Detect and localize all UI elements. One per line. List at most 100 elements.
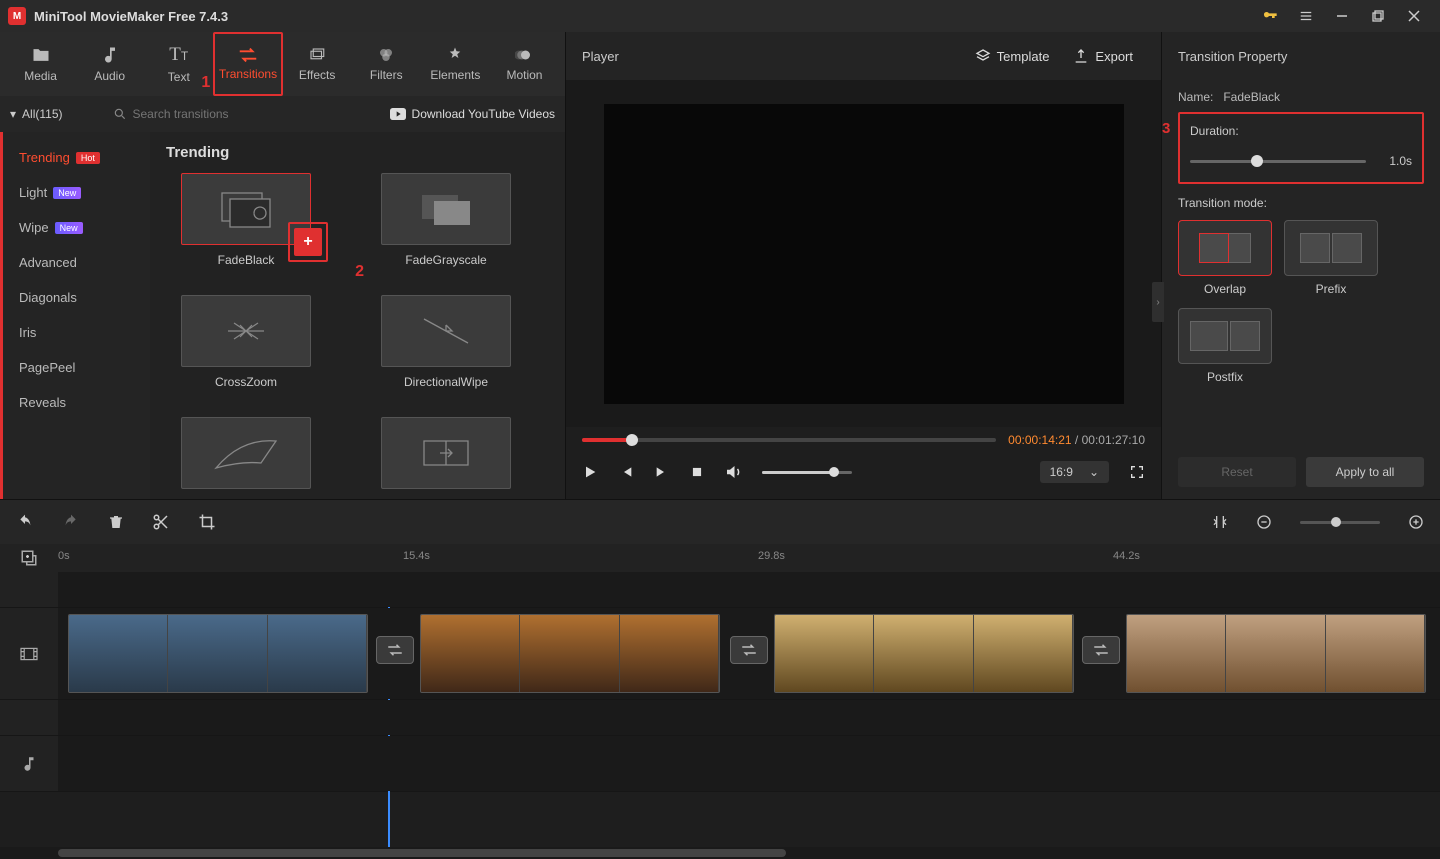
mode-thumb-overlap[interactable] [1178, 220, 1272, 276]
menu-button[interactable] [1288, 0, 1324, 32]
timeline-hscroll[interactable] [0, 847, 1440, 859]
next-frame-button[interactable] [654, 464, 670, 480]
timeline-clip[interactable] [1126, 614, 1426, 693]
transition-item-fadeblack[interactable]: 2+FadeBlack [166, 173, 326, 267]
category-item-diagonals[interactable]: Diagonals [3, 280, 150, 315]
zoom-in-button[interactable] [1408, 514, 1424, 530]
timeline-clip[interactable] [68, 614, 368, 693]
tab-filters[interactable]: Filters [352, 32, 421, 96]
overlay-track-head[interactable] [0, 572, 58, 607]
tab-transitions[interactable]: Transitions 1 [213, 32, 282, 96]
volume-handle[interactable] [829, 467, 839, 477]
apply-to-all-button[interactable]: Apply to all [1306, 457, 1424, 487]
progress-handle[interactable] [626, 434, 638, 446]
progress-track[interactable] [582, 438, 996, 442]
zoom-out-button[interactable] [1256, 514, 1272, 530]
app-logo-icon: M [8, 7, 26, 25]
transition-thumb[interactable] [381, 295, 511, 367]
category-label: Iris [19, 325, 36, 340]
prop-name-label: Name: [1178, 90, 1213, 104]
timeline-transition-chip[interactable] [1082, 636, 1120, 664]
delete-button[interactable] [108, 513, 124, 531]
split-button[interactable] [152, 513, 170, 531]
tab-effects[interactable]: Effects [283, 32, 352, 96]
play-button[interactable] [582, 464, 598, 480]
tab-media-label: Media [24, 69, 57, 83]
category-item-reveals[interactable]: Reveals [3, 385, 150, 420]
auto-fit-button[interactable] [1212, 514, 1228, 530]
add-transition-button[interactable]: + [294, 228, 322, 256]
duration-handle[interactable] [1251, 155, 1263, 167]
library-subbar: ▾ All(115) Download YouTube Videos [0, 96, 565, 132]
video-track-head[interactable] [0, 608, 58, 699]
category-label: Trending [19, 150, 70, 165]
reset-button[interactable]: Reset [1178, 457, 1296, 487]
redo-button[interactable] [62, 514, 80, 530]
activate-key-icon[interactable] [1252, 0, 1288, 32]
zoom-slider[interactable] [1300, 521, 1380, 524]
stop-button[interactable] [690, 465, 704, 479]
template-button[interactable]: Template [963, 48, 1062, 64]
transition-thumb[interactable] [381, 417, 511, 489]
zoom-handle[interactable] [1331, 517, 1341, 527]
transition-item-fold[interactable]: Fold [366, 417, 526, 499]
transition-thumb[interactable]: + [181, 173, 311, 245]
mode-thumb-prefix[interactable] [1284, 220, 1378, 276]
category-item-pagepeel[interactable]: PagePeel [3, 350, 150, 385]
mode-thumb-postfix[interactable] [1178, 308, 1272, 364]
timeline-clip[interactable] [420, 614, 720, 693]
audio-track-head[interactable] [0, 736, 58, 791]
category-all-dropdown[interactable]: ▾ All(115) [10, 107, 63, 121]
add-track-button[interactable] [0, 544, 58, 572]
download-youtube-link[interactable]: Download YouTube Videos [390, 107, 555, 121]
transition-item-crosszoom[interactable]: CrossZoom [166, 295, 326, 389]
transition-item-directionalwipe[interactable]: DirectionalWipe [366, 295, 526, 389]
prop-name-value: FadeBlack [1223, 90, 1280, 104]
volume-button[interactable] [724, 463, 742, 481]
grid-heading: Trending [166, 144, 549, 161]
export-button[interactable]: Export [1061, 48, 1145, 64]
timeline-clip[interactable] [774, 614, 1074, 693]
close-button[interactable] [1396, 0, 1432, 32]
tab-elements[interactable]: Elements [421, 32, 490, 96]
transition-thumb[interactable] [181, 417, 311, 489]
category-label: Wipe [19, 220, 49, 235]
search-input[interactable] [133, 107, 293, 121]
duration-value: 1.0s [1376, 154, 1412, 168]
timeline-transition-chip[interactable] [376, 636, 414, 664]
tab-motion[interactable]: Motion [490, 32, 559, 96]
mode-item-postfix: Postfix [1178, 308, 1272, 384]
export-icon [1073, 48, 1089, 64]
transition-item-pagecurl[interactable]: PageCurl [166, 417, 326, 499]
category-item-advanced[interactable]: Advanced [3, 245, 150, 280]
crop-button[interactable] [198, 513, 216, 531]
category-item-wipe[interactable]: WipeNew [3, 210, 150, 245]
maximize-button[interactable] [1360, 0, 1396, 32]
category-item-light[interactable]: LightNew [3, 175, 150, 210]
timeline-transition-chip[interactable] [730, 636, 768, 664]
transition-thumb[interactable] [181, 295, 311, 367]
tab-media[interactable]: Media [6, 32, 75, 96]
category-item-iris[interactable]: Iris [3, 315, 150, 350]
category-label: Advanced [19, 255, 77, 270]
category-item-trending[interactable]: TrendingHot [3, 140, 150, 175]
minimize-button[interactable] [1324, 0, 1360, 32]
player-title: Player [582, 49, 619, 64]
aspect-ratio-selector[interactable]: 16:9 ⌄ [1040, 461, 1109, 483]
elements-icon [446, 46, 464, 64]
tab-audio[interactable]: Audio [75, 32, 144, 96]
undo-button[interactable] [16, 514, 34, 530]
filters-icon [377, 46, 395, 64]
overlay-track[interactable] [58, 572, 1440, 607]
transition-item-fadegrayscale[interactable]: FadeGrayscale [366, 173, 526, 267]
audio-track[interactable] [58, 736, 1440, 791]
properties-panel: › Transition Property Name: FadeBlack 3 … [1162, 32, 1440, 499]
timeline-ruler[interactable]: 0s15.4s29.8s44.2s [0, 544, 1440, 572]
fullscreen-button[interactable] [1129, 464, 1145, 480]
video-track[interactable] [58, 608, 1440, 699]
ruler-mark: 44.2s [1113, 550, 1140, 562]
transition-thumb[interactable] [381, 173, 511, 245]
volume-slider[interactable] [762, 471, 852, 474]
prev-frame-button[interactable] [618, 464, 634, 480]
duration-slider[interactable] [1190, 160, 1366, 163]
